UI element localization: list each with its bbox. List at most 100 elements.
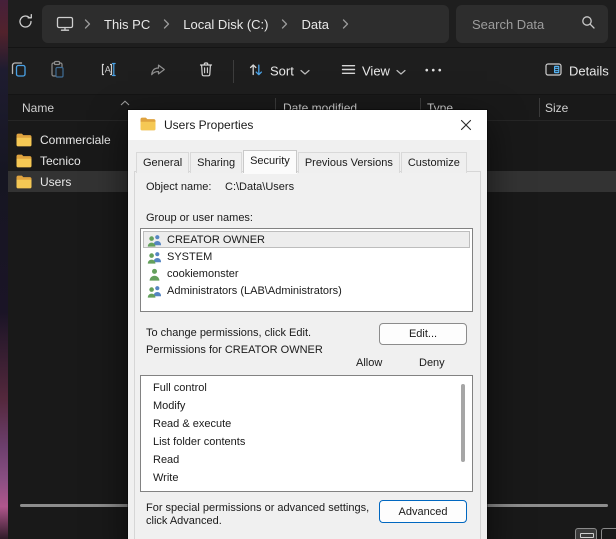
copy-button[interactable] (10, 61, 28, 82)
permission-row[interactable]: Read (141, 451, 472, 469)
permission-name: Modify (153, 400, 185, 412)
edit-hint-text: To change permissions, click Edit. (146, 327, 311, 339)
permission-row[interactable]: List folder contents (141, 433, 472, 451)
breadcrumb-item[interactable]: Local Disk (C:) (174, 17, 277, 32)
allow-column-label: Allow (356, 357, 382, 369)
rename-icon: A (100, 61, 117, 81)
folder-icon (16, 175, 32, 189)
column-header-name[interactable]: Name (22, 101, 54, 115)
permissions-listbox[interactable]: Full control Modify Read & execute List fol… (140, 375, 473, 492)
permission-name: Read & execute (153, 418, 231, 430)
breadcrumb[interactable]: This PC Local Disk (C:) Data (42, 5, 449, 43)
advanced-button[interactable]: Advanced (379, 500, 467, 523)
permission-row[interactable]: Full control (141, 379, 472, 397)
tab-general[interactable]: General (136, 152, 189, 173)
details-label: Details (569, 64, 609, 79)
dialog-title-bar[interactable]: Users Properties (128, 110, 487, 140)
delete-button[interactable] (198, 61, 214, 81)
permission-name: List folder contents (153, 436, 245, 448)
tab-security[interactable]: Security (243, 150, 297, 173)
dialog-tabs: GeneralSharingSecurityPrevious VersionsC… (136, 150, 468, 173)
dialog-title: Users Properties (164, 118, 253, 132)
details-pane-icon (545, 62, 563, 81)
chevron-right-icon[interactable] (338, 18, 353, 30)
view-label: View (362, 64, 390, 79)
principal-name: cookiemonster (167, 268, 239, 280)
permission-row[interactable]: Read & execute (141, 415, 472, 433)
advanced-hint-text: For special permissions or advanced sett… (146, 502, 382, 528)
edit-button[interactable]: Edit... (379, 323, 467, 345)
permission-name: Full control (153, 382, 207, 394)
tab-previous-versions[interactable]: Previous Versions (298, 152, 400, 173)
permission-row[interactable]: Write (141, 469, 472, 487)
object-name-label: Object name: (146, 181, 211, 193)
paste-icon (49, 61, 66, 82)
toolbar-separator (233, 60, 234, 83)
permission-name: Write (153, 472, 178, 484)
file-name: Commerciale (40, 133, 111, 147)
sort-icon (248, 62, 264, 81)
principal-name: Administrators (LAB\Administrators) (167, 285, 342, 297)
sort-ascending-caret-icon (120, 95, 130, 109)
permission-row[interactable]: Modify (141, 397, 472, 415)
permissions-header: Permissions for CREATOR OWNER (146, 343, 346, 358)
more-options-button[interactable]: ••• (425, 66, 445, 77)
tab-sharing[interactable]: Sharing (190, 152, 242, 173)
file-name: Tecnico (40, 154, 81, 168)
properties-dialog: Users Properties GeneralSharingSecurityP… (128, 110, 487, 539)
sort-menu-button[interactable]: Sort (248, 62, 310, 81)
share-button[interactable] (150, 62, 167, 81)
column-header-size[interactable]: Size (545, 101, 568, 115)
chevron-right-icon[interactable] (159, 18, 174, 30)
close-icon[interactable] (457, 116, 475, 134)
sort-label: Sort (270, 64, 294, 79)
command-bar: A Sort (8, 48, 616, 95)
search-placeholder: Search Data (472, 17, 580, 32)
object-name-value: C:\Data\Users (225, 181, 294, 193)
file-name: Users (40, 175, 71, 189)
status-bar-list-view-icon[interactable] (575, 528, 597, 539)
paste-button[interactable] (49, 61, 66, 82)
desktop-wallpaper-edge (0, 0, 8, 539)
breadcrumb-item[interactable]: Data (292, 17, 337, 32)
principal-name: CREATOR OWNER (167, 234, 265, 246)
vertical-scrollbar[interactable] (461, 384, 465, 462)
rename-button[interactable]: A (100, 61, 117, 81)
breadcrumb-items: This PC Local Disk (C:) Data (95, 17, 353, 32)
deny-column-label: Deny (419, 357, 445, 369)
permission-row[interactable]: Special permissions (141, 487, 472, 492)
principal-name: SYSTEM (167, 251, 212, 263)
group-icon (146, 233, 162, 247)
group-icon (146, 284, 162, 298)
refresh-button[interactable] (12, 11, 38, 37)
view-icon (341, 63, 356, 80)
principal-row[interactable]: SYSTEM (143, 248, 470, 265)
screen: This PC Local Disk (C:) Data Search Data (0, 0, 616, 539)
details-pane-toggle[interactable]: Details (545, 62, 609, 81)
principal-row[interactable]: CREATOR OWNER (143, 231, 470, 248)
chevron-right-icon[interactable] (277, 18, 292, 30)
group-icon (146, 250, 162, 264)
address-bar: This PC Local Disk (C:) Data Search Data (8, 0, 616, 48)
group-list-label: Group or user names: (146, 212, 253, 224)
permission-name: Special permissions (153, 490, 251, 492)
group-user-listbox[interactable]: CREATOR OWNER SYSTEM cookiemonster Admin… (140, 228, 473, 312)
refresh-icon (17, 13, 34, 35)
principal-row[interactable]: cookiemonster (143, 265, 470, 282)
tab-customize[interactable]: Customize (401, 152, 467, 173)
folder-icon (16, 133, 32, 147)
view-menu-button[interactable]: View (341, 63, 406, 80)
share-icon (150, 62, 167, 81)
status-bar-thumbnail-view-icon[interactable] (601, 528, 616, 539)
folder-icon (140, 117, 156, 134)
ellipsis-icon: ••• (425, 66, 445, 77)
breadcrumb-item[interactable]: This PC (95, 17, 159, 32)
svg-text:A: A (105, 65, 111, 75)
trash-icon (198, 61, 214, 81)
chevron-right-icon[interactable] (80, 18, 95, 30)
chevron-down-icon (396, 64, 406, 79)
column-divider[interactable] (539, 98, 540, 117)
permission-name: Read (153, 454, 179, 466)
principal-row[interactable]: Administrators (LAB\Administrators) (143, 282, 470, 299)
search-box[interactable]: Search Data (456, 5, 608, 43)
